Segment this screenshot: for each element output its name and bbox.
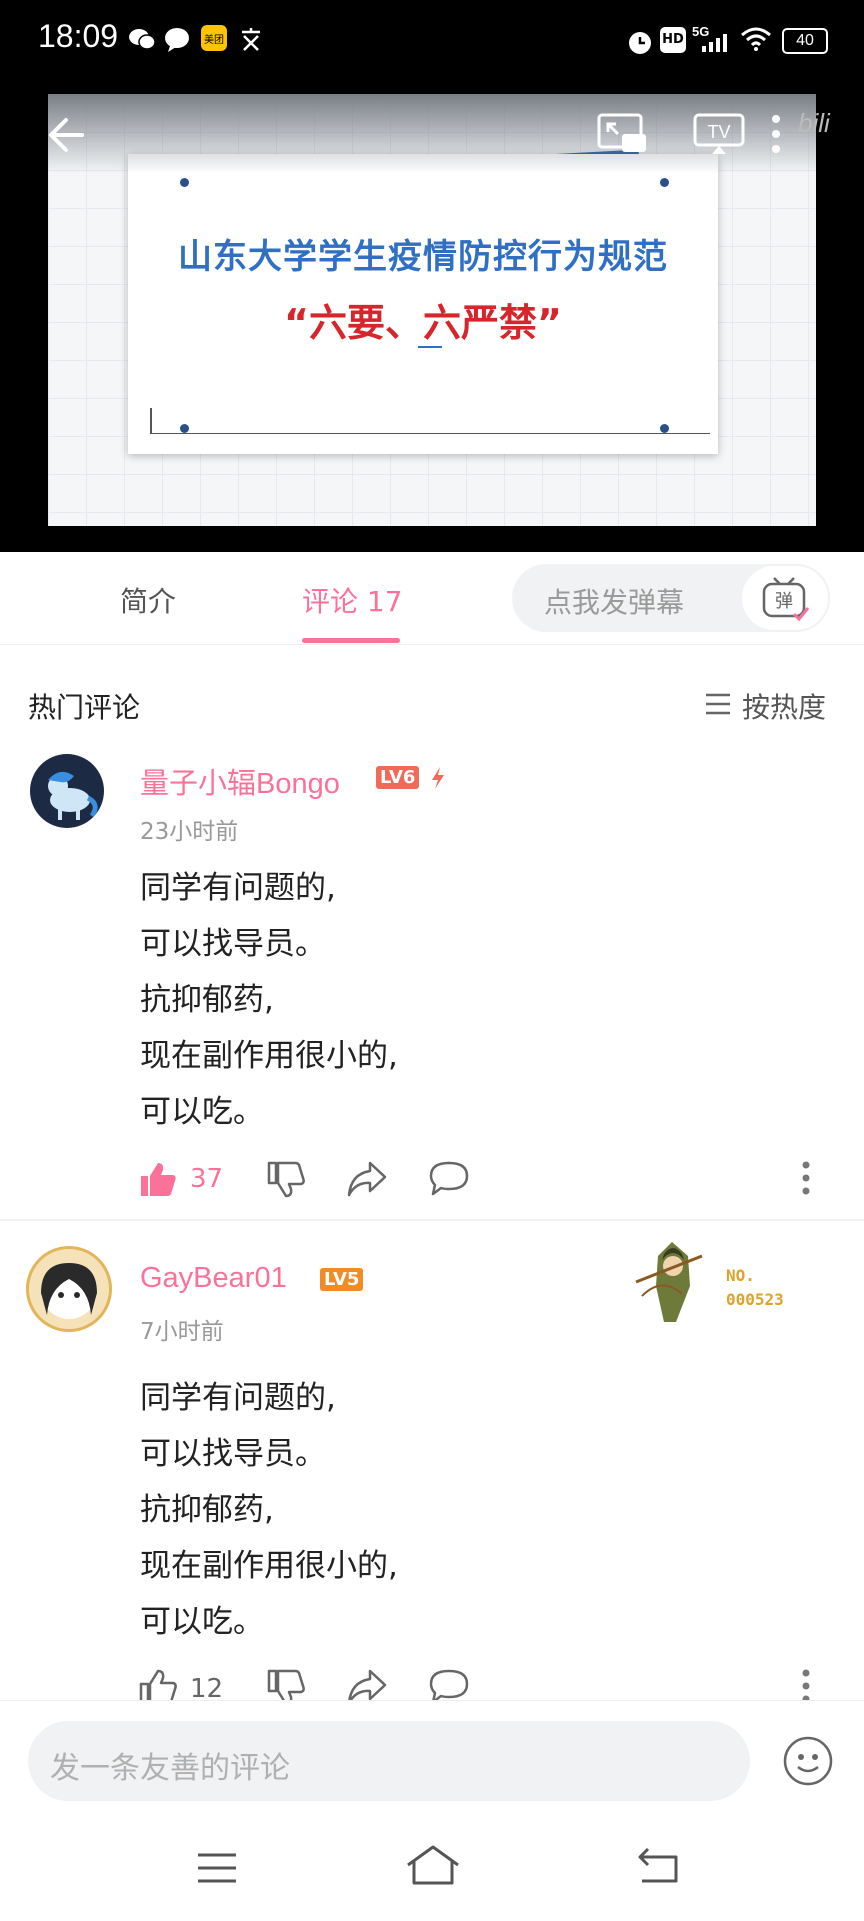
like-count: 37 [190,1164,224,1194]
app-notification-icon [242,28,260,51]
back-icon[interactable] [636,1845,682,1885]
svg-text:弹: 弹 [775,591,793,612]
video-frame: 山东大学学生疫情防控行为规范 “六要、六严禁” [48,94,816,526]
slide-pin [660,424,669,433]
danmaku-placeholder: 点我发弹幕 [544,586,685,619]
status-bar: 18:09 美团 HD 5G 40 [0,0,864,82]
comment-line: 可以找导员。 [140,1436,326,1472]
slide-divider [150,408,152,434]
danmaku-tv-icon: 弹 [762,577,810,622]
slide-divider [150,433,710,434]
emoji-icon[interactable] [782,1735,834,1787]
fan-badge-label: NO. [726,1266,755,1285]
comment-input-placeholder: 发一条友善的评论 [50,1751,290,1786]
message-icon [165,28,189,52]
meituan-icon: 美团 [201,25,227,51]
tab-intro[interactable]: 简介 [120,580,176,620]
cast-tv-icon[interactable]: TV [692,112,748,156]
slide-card: 山东大学学生疫情防控行为规范 “六要、六严禁” [128,154,718,454]
comment-username[interactable]: 量子小辐Bongo [140,760,340,802]
slide-title: 山东大学学生疫情防控行为规范 [178,237,668,277]
fan-badge-number: 000523 [726,1290,784,1309]
list-sort-icon[interactable] [704,692,732,716]
comment-line: 现在副作用很小的, [140,1038,398,1074]
danmaku-toggle-button[interactable]: 弹 [740,564,830,632]
svg-text:TV: TV [707,122,730,142]
tab-bar: 简介 评论 17 点我发弹幕 弹 [0,552,864,645]
girl-avatar-icon [41,1263,97,1319]
hd-icon: HD [660,27,686,53]
pony-avatar-icon [48,771,98,820]
like-icon[interactable] [138,1160,178,1198]
slide-divider [418,346,442,348]
comment-line: 可以找导员。 [140,926,326,962]
slide-pin [180,178,189,187]
comment-divider [0,1219,864,1221]
slide-pin [180,424,189,433]
avatar[interactable] [26,1246,112,1332]
comment-time: 7小时前 [140,1319,224,1345]
bilibili-watermark: bili [798,108,830,138]
share-icon[interactable] [346,1160,388,1198]
tab-comments[interactable]: 评论 17 [302,580,403,620]
dislike-icon[interactable] [266,1160,306,1200]
alarm-icon [629,32,651,54]
video-player[interactable]: 山东大学学生疫情防控行为规范 “六要、六严禁” TV bili [0,82,864,552]
menu-icon[interactable] [196,1851,238,1885]
more-vertical-icon[interactable] [800,1668,812,1704]
hot-comments-heading: 热门评论 [28,691,141,724]
reply-icon[interactable] [428,1160,470,1198]
comment-line: 抗抑郁药, [140,1492,274,1528]
level-badge: LV5 [320,1268,364,1291]
slide-subtitle: “六要、六严禁” [284,301,562,345]
back-arrow-icon[interactable] [46,114,88,156]
danmaku-input[interactable]: 点我发弹幕 弹 [512,564,830,632]
battery-indicator: 40 [782,28,828,54]
more-vertical-icon[interactable] [800,1160,812,1196]
wifi-icon [741,27,771,51]
picture-in-picture-icon[interactable] [596,112,648,156]
signal-icon [702,34,727,52]
slide-pin [660,178,669,187]
comment-time: 23小时前 [140,819,239,845]
level-badge: LV6 [376,766,420,789]
comment-line: 同学有问题的, [140,1380,336,1416]
svg-text:美团: 美团 [204,33,224,46]
comment-input[interactable]: 发一条友善的评论 [28,1721,750,1801]
wechat-icon [129,29,156,50]
comment-line: 可以吃。 [140,1604,264,1640]
active-tab-indicator [302,638,400,643]
home-icon[interactable] [404,1843,462,1887]
sort-by-hot-button[interactable]: 按热度 [742,686,826,726]
more-vertical-icon[interactable] [766,112,786,156]
comment-body: 同学有问题的, 可以找导员。 抗抑郁药, 现在副作用很小的, 可以吃。 [140,1370,398,1650]
status-time: 18:09 [38,18,119,54]
comment-body: 同学有问题的, 可以找导员。 抗抑郁药, 现在副作用很小的, 可以吃。 [140,860,398,1140]
comment-line: 现在副作用很小的, [140,1548,398,1584]
bottom-bar: 发一条友善的评论 [0,1700,864,1921]
comment-line: 可以吃。 [140,1094,264,1130]
lightning-icon [432,767,444,789]
comment-line: 同学有问题的, [140,870,336,906]
fan-badge-character-icon [635,1242,703,1322]
avatar[interactable] [30,754,104,828]
comment-username[interactable]: GayBear01 [140,1262,287,1295]
comment-line: 抗抑郁药, [140,982,274,1018]
